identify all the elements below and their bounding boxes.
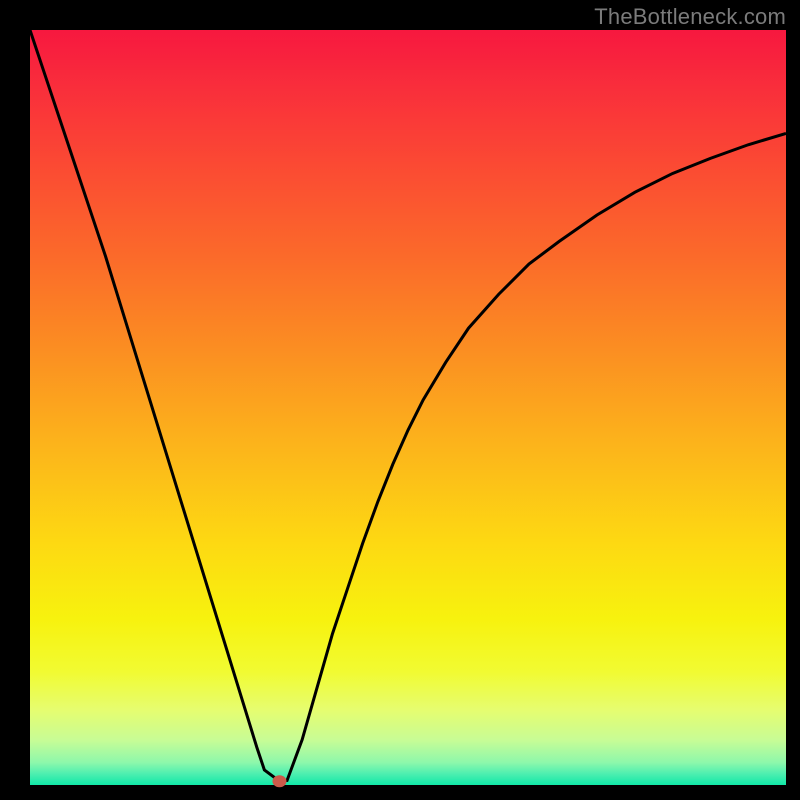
optimum-marker	[272, 775, 286, 787]
watermark-text: TheBottleneck.com	[594, 4, 786, 30]
bottleneck-chart	[0, 0, 800, 800]
plot-background	[30, 30, 786, 785]
chart-frame: TheBottleneck.com	[0, 0, 800, 800]
